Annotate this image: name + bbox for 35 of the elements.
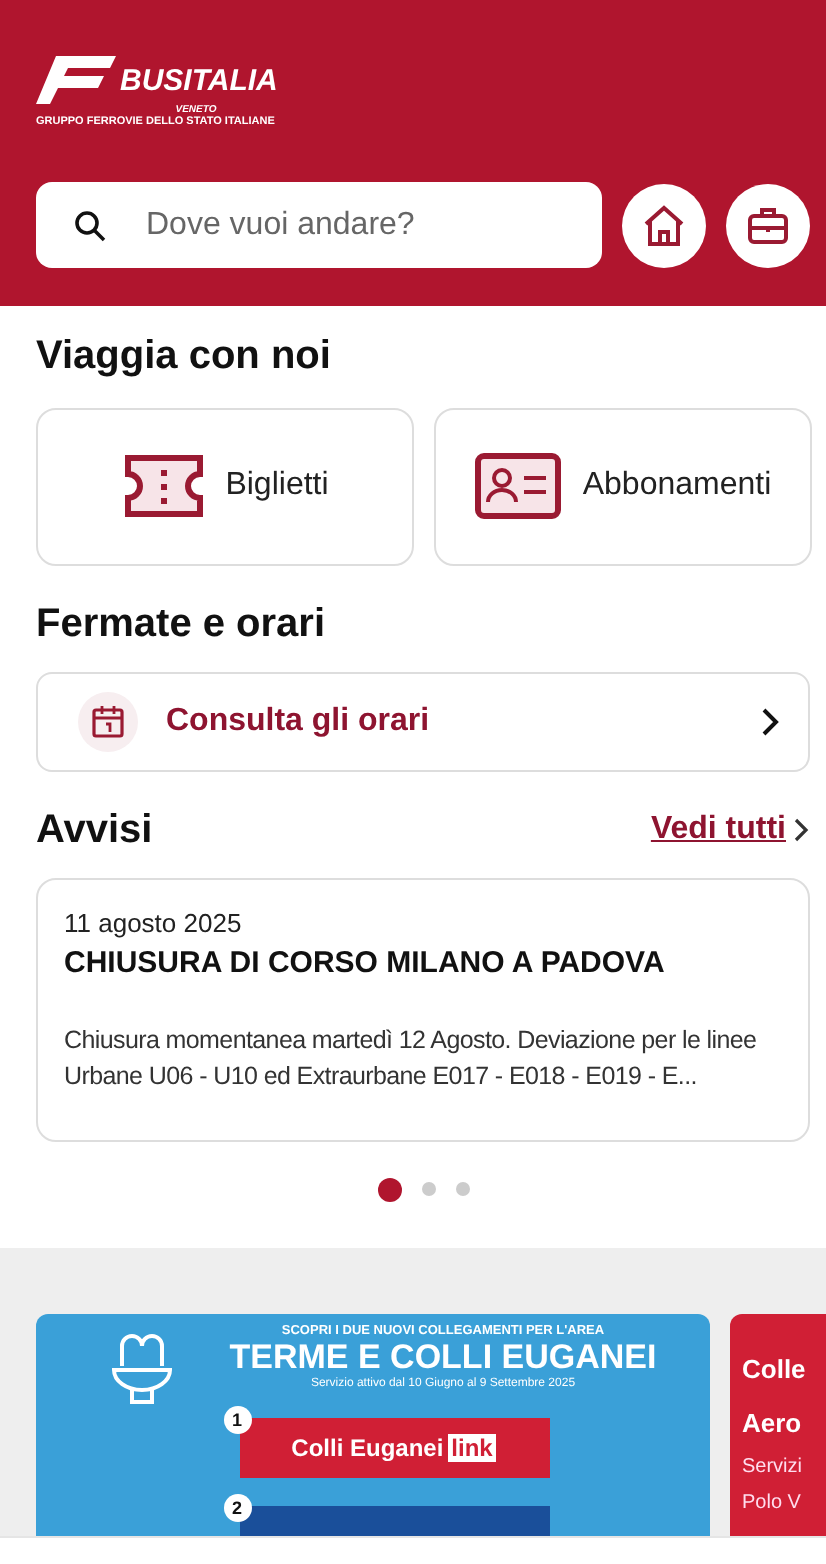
search-field[interactable]: Dove vuoi andare? — [36, 182, 602, 268]
info-banner[interactable]: Colle Aero Servizi Polo V — [730, 1313, 826, 1537]
timetable-link[interactable]: Consulta gli orari — [36, 671, 810, 772]
notice-card[interactable]: 11 agosto 2025 CHIUSURA DI CORSO MILANO A PADOVA Chiusura momentanea martedì 12 Agosto. Deviazione per le linee Urbane U06 - U10 ed Extraurbane E017 - E018 - E019 - E... — [36, 877, 810, 1142]
ticket-icon — [121, 452, 206, 521]
pager-dot[interactable] — [377, 1177, 401, 1202]
section-title: Fermate e orari — [36, 601, 328, 648]
section-title: Avvisi — [36, 807, 153, 854]
step-number: 1 — [223, 1405, 251, 1434]
banner-text: Polo V — [742, 1489, 803, 1518]
banner-title: TERME E COLLI EUGANEI — [229, 1337, 657, 1377]
pager-dot[interactable] — [421, 1182, 435, 1197]
nav-tile[interactable]: Abbonamenti — [434, 407, 812, 566]
search-icon — [74, 210, 106, 242]
see-all-link[interactable]: Vedi tutti — [650, 812, 786, 849]
banner-title: Aero — [742, 1405, 804, 1442]
chevron-right-icon — [760, 707, 780, 736]
chevron-right-icon — [794, 818, 810, 843]
section-title: Viaggia con noi — [36, 333, 333, 380]
calendar-icon — [78, 691, 138, 752]
home-button[interactable] — [622, 183, 706, 267]
banner-title: Colle — [742, 1351, 808, 1388]
step-number: 2 — [223, 1493, 251, 1522]
banner-text: Servizi — [742, 1453, 805, 1482]
route-label: Colli Euganei link — [239, 1417, 549, 1478]
notice-text: Chiusura momentanea martedì 12 Agosto. Deviazione per le linee Urbane U06 - U10 ed Extraurbane E017 - E018 - E019 - E... — [64, 1023, 759, 1095]
notice-date: 11 agosto 2025 — [64, 907, 244, 938]
fountain-icon — [106, 1329, 178, 1410]
pager-dot[interactable] — [455, 1182, 469, 1197]
home-icon — [640, 201, 688, 249]
logo-mark-icon — [36, 56, 116, 104]
briefcase-button[interactable] — [726, 183, 810, 267]
id-card-icon — [474, 452, 563, 521]
notice-headline: CHIUSURA DI CORSO MILANO A PADOVA — [64, 945, 667, 980]
nav-tile[interactable]: Biglietti — [36, 407, 414, 566]
